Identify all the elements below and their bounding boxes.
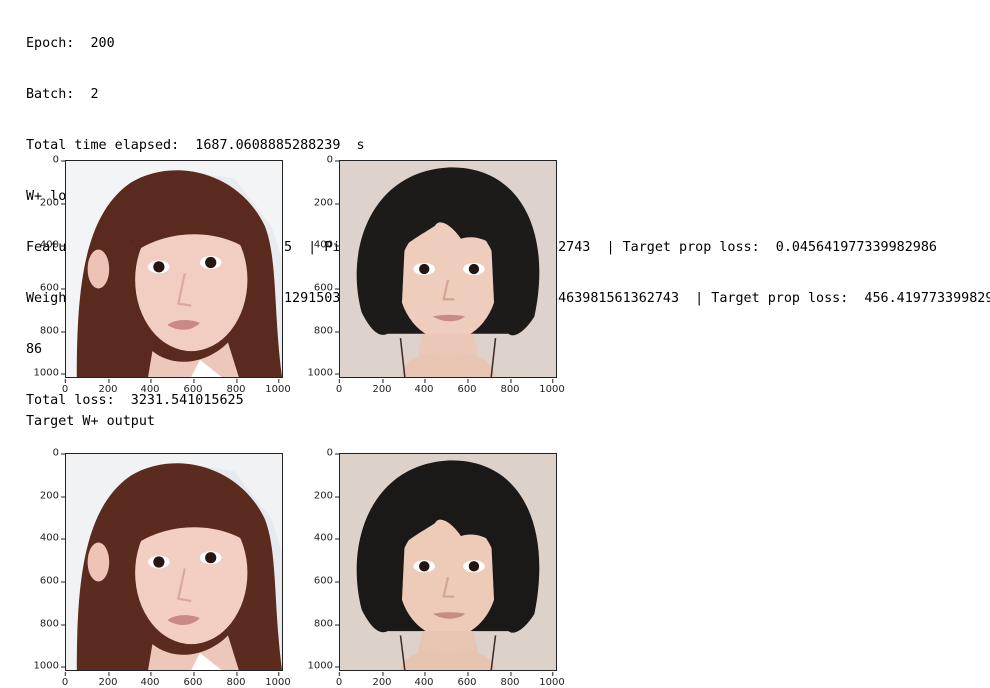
y-tick-label: 0 (326, 447, 340, 459)
section-caption-target-output: Target W+ output (26, 414, 155, 429)
y-tick-label: 400 (39, 532, 66, 544)
y-tick-label: 0 (326, 154, 340, 166)
x-tick-label: 0 (335, 672, 343, 688)
face-image-long-hair (65, 160, 283, 378)
x-tick-label: 400 (140, 379, 160, 395)
x-tick-label: 600 (183, 672, 203, 688)
x-tick-label: 600 (457, 672, 477, 688)
image-plot-1: 0 200 400 600 800 1000 0 200 400 600 800… (34, 155, 291, 396)
image-plot-3: 0 200 400 600 800 1000 0 200 400 600 800… (34, 448, 291, 688)
y-tick-label: 400 (313, 239, 340, 251)
log-line-batch: Batch: 2 (26, 87, 99, 102)
x-tick-label: 600 (183, 379, 203, 395)
y-tick-label: 400 (39, 239, 66, 251)
x-tick-label: 1000 (539, 672, 565, 688)
y-tick-label: 0 (52, 447, 66, 459)
face-image-long-hair-target (65, 453, 283, 671)
x-tick-label: 1000 (265, 672, 291, 688)
x-tick-label: 800 (226, 379, 246, 395)
x-tick-label: 800 (500, 672, 520, 688)
x-tick-label: 800 (226, 672, 246, 688)
y-tick-label: 600 (313, 575, 340, 587)
x-tick-label: 1000 (265, 379, 291, 395)
image-plot-4: 0 200 400 600 800 1000 0 200 400 600 800… (308, 448, 565, 688)
x-tick-label: 200 (372, 672, 392, 688)
y-tick-label: 600 (313, 282, 340, 294)
face-image-short-bob-target (339, 453, 557, 671)
x-tick-label: 1000 (539, 379, 565, 395)
x-tick-label: 200 (372, 379, 392, 395)
x-tick-label: 400 (414, 672, 434, 688)
y-tick-label: 800 (313, 325, 340, 337)
y-tick-label: 200 (313, 490, 340, 502)
x-tick-label: 200 (98, 379, 118, 395)
image-plot-2: 0 200 400 600 800 1000 0 200 400 600 800… (308, 155, 565, 396)
log-line-epoch: Epoch: 200 (26, 36, 115, 51)
x-tick-label: 200 (98, 672, 118, 688)
y-tick-label: 200 (39, 490, 66, 502)
face-image-short-bob (339, 160, 557, 378)
y-tick-label: 0 (52, 154, 66, 166)
y-tick-label: 1000 (307, 367, 340, 379)
x-tick-label: 600 (457, 379, 477, 395)
y-tick-label: 600 (39, 575, 66, 587)
y-tick-label: 800 (39, 618, 66, 630)
y-tick-label: 200 (313, 197, 340, 209)
log-line-total-time: Total time elapsed: 1687.0608885288239 s (26, 138, 365, 153)
y-tick-label: 600 (39, 282, 66, 294)
x-tick-label: 0 (335, 379, 343, 395)
y-tick-label: 400 (313, 532, 340, 544)
x-tick-label: 400 (140, 672, 160, 688)
x-tick-label: 0 (61, 379, 69, 395)
y-tick-label: 800 (39, 325, 66, 337)
x-tick-label: 800 (500, 379, 520, 395)
x-tick-label: 400 (414, 379, 434, 395)
y-tick-label: 200 (39, 197, 66, 209)
y-tick-label: 1000 (33, 367, 66, 379)
x-tick-label: 0 (61, 672, 69, 688)
y-tick-label: 800 (313, 618, 340, 630)
y-tick-label: 1000 (33, 660, 66, 672)
y-tick-label: 1000 (307, 660, 340, 672)
